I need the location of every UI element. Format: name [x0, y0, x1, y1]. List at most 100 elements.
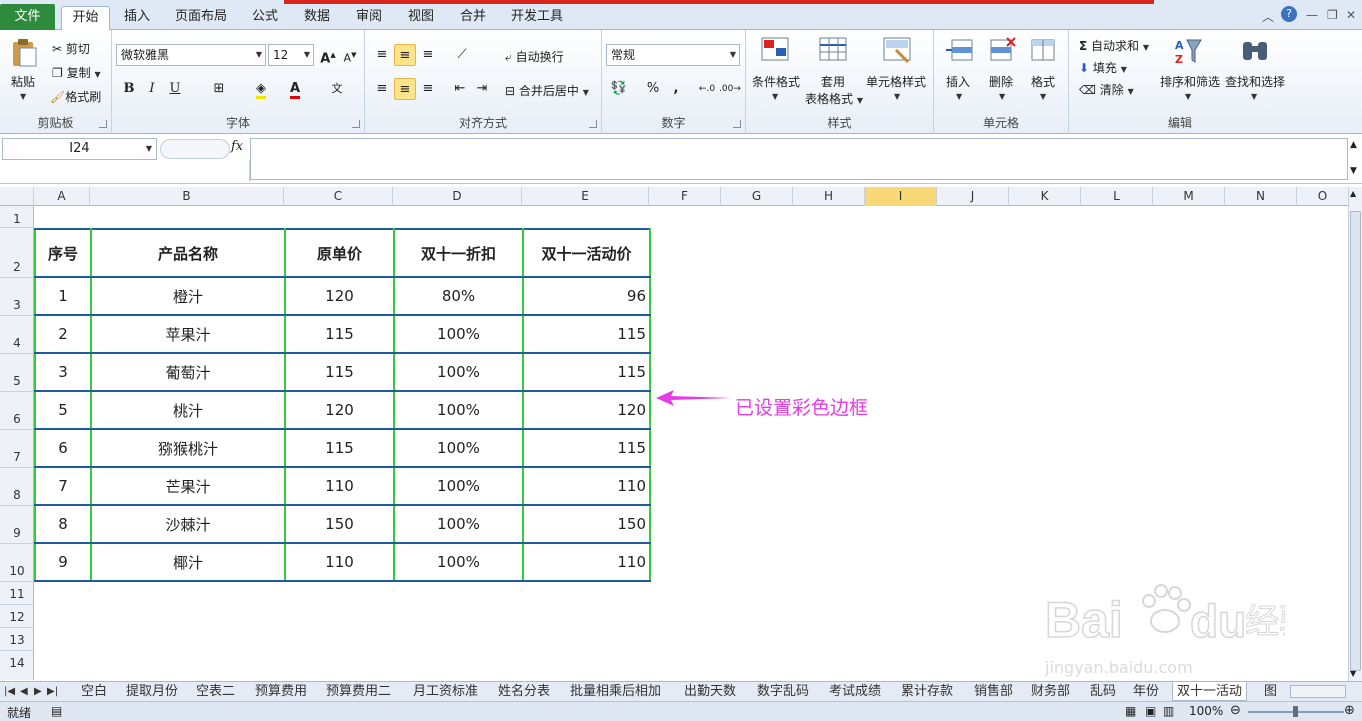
minimize-icon[interactable]: — [1306, 8, 1318, 22]
tab-page-layout[interactable]: 页面布局 [168, 6, 234, 30]
table-cell[interactable]: 115 [284, 352, 395, 392]
help-icon[interactable]: ? [1281, 6, 1297, 22]
row-header-2[interactable]: 2 [0, 228, 34, 278]
table-cell[interactable]: 115 [522, 428, 651, 468]
restore-icon[interactable]: ❐ [1327, 8, 1338, 22]
delete-cells-button[interactable]: 删除 [989, 73, 1013, 90]
table-cell[interactable]: 1 [34, 276, 92, 316]
format-as-table-icon[interactable] [818, 36, 848, 66]
row-header-10[interactable]: 10 [0, 544, 34, 582]
formula-expand-icon[interactable]: ▲ [1350, 140, 1357, 150]
row-header-6[interactable]: 6 [0, 392, 34, 430]
table-cell[interactable]: 110 [522, 466, 651, 506]
ribbon-collapse-icon[interactable]: ︿ [1262, 8, 1274, 25]
row-header-9[interactable]: 9 [0, 506, 34, 544]
font-name-select[interactable]: 微软雅黑 ▼ [116, 44, 266, 66]
table-cell[interactable]: 115 [284, 428, 395, 468]
conditional-format-dropdown-icon[interactable]: ▼ [772, 92, 778, 101]
table-cell[interactable]: 120 [522, 390, 651, 430]
scroll-up-icon[interactable]: ▲ [1350, 189, 1356, 198]
formula-collapse-icon[interactable]: ▼ [1350, 166, 1357, 176]
row-header-4[interactable]: 4 [0, 316, 34, 354]
orientation-icon[interactable]: ⟋ [451, 44, 473, 66]
tab-view[interactable]: 视图 [399, 6, 443, 30]
column-header-m[interactable]: M [1153, 187, 1225, 206]
zoom-slider-thumb[interactable] [1293, 706, 1298, 717]
italic-button[interactable]: I [141, 78, 163, 100]
column-header-e[interactable]: E [522, 187, 649, 206]
cell-styles-icon[interactable] [882, 36, 912, 66]
percent-button[interactable]: % [642, 78, 664, 100]
sheet-tab[interactable]: 预算费用二 [326, 682, 391, 701]
table-cell[interactable]: 桃汁 [90, 390, 286, 430]
align-middle-icon[interactable]: ≡ [394, 44, 416, 66]
borders-icon[interactable]: ⊞ [208, 78, 230, 100]
table-cell[interactable]: 2 [34, 314, 92, 354]
page-break-view-icon[interactable]: ▥ [1163, 704, 1174, 718]
number-launcher-icon[interactable] [733, 120, 741, 128]
delete-cells-icon[interactable] [987, 36, 1017, 66]
scroll-down-icon[interactable]: ▼ [1350, 669, 1356, 678]
table-cell[interactable]: 115 [522, 314, 651, 354]
next-sheet-icon[interactable]: ▶ [34, 682, 42, 701]
format-dropdown-icon[interactable]: ▼ [1040, 92, 1046, 101]
macro-record-icon[interactable]: ▤ [51, 704, 62, 718]
cell-styles-button[interactable]: 单元格样式 [866, 73, 926, 90]
insert-function-icon[interactable]: fx [231, 139, 243, 154]
table-cell[interactable]: 6 [34, 428, 92, 468]
shrink-font-icon[interactable]: A▼ [339, 44, 361, 66]
tab-data[interactable]: 数据 [295, 6, 339, 30]
table-cell[interactable]: 9 [34, 542, 92, 582]
tab-developer[interactable]: 开发工具 [503, 6, 571, 30]
format-painter-button[interactable]: 🖌格式刷 [50, 88, 101, 105]
currency-icon[interactable]: 💱 [608, 78, 630, 100]
align-right-icon[interactable]: ≡ [417, 78, 439, 100]
insert-dropdown-icon[interactable]: ▼ [956, 92, 962, 101]
vertical-scrollbar[interactable]: ▲ ▼ [1348, 187, 1362, 681]
clipboard-launcher-icon[interactable] [99, 120, 107, 128]
header-cell-index[interactable]: 序号 [34, 228, 92, 278]
paste-button[interactable]: 粘贴 [11, 73, 35, 90]
close-icon[interactable]: ✕ [1346, 8, 1356, 22]
font-size-select[interactable]: 12 ▼ [268, 44, 314, 66]
sheet-tab[interactable]: 空白 [81, 682, 107, 701]
tab-home[interactable]: 开始 [61, 6, 110, 30]
sheet-tab[interactable]: 销售部 [974, 682, 1013, 701]
table-cell[interactable]: 椰汁 [90, 542, 286, 582]
number-format-select[interactable]: 常规 ▼ [606, 44, 740, 66]
header-cell-sale-price[interactable]: 双十一活动价 [522, 228, 651, 278]
formula-input[interactable] [250, 138, 1348, 180]
merge-center-button[interactable]: ⊟ 合并后居中 ▼ [505, 82, 589, 99]
column-header-k[interactable]: K [1009, 187, 1081, 206]
bold-button[interactable]: B [118, 78, 140, 100]
zoom-in-icon[interactable]: ⊕ [1344, 703, 1355, 718]
fill-color-icon[interactable]: ◈ [250, 78, 272, 100]
delete-dropdown-icon[interactable]: ▼ [999, 92, 1005, 101]
row-header-13[interactable]: 13 [0, 628, 34, 651]
align-left-icon[interactable]: ≡ [371, 78, 393, 100]
insert-cells-button[interactable]: 插入 [946, 73, 970, 90]
column-header-n[interactable]: N [1225, 187, 1297, 206]
tab-file[interactable]: 文件 [0, 4, 55, 30]
paste-icon[interactable] [9, 38, 39, 68]
last-sheet-icon[interactable]: ▶| [47, 682, 58, 701]
comma-button[interactable]: , [665, 78, 687, 100]
sheet-tab[interactable]: 数字乱码 [757, 682, 809, 701]
header-cell-product[interactable]: 产品名称 [90, 228, 286, 278]
table-cell[interactable]: 150 [284, 504, 395, 544]
find-dropdown-icon[interactable]: ▼ [1251, 92, 1257, 101]
alignment-launcher-icon[interactable] [589, 120, 597, 128]
increase-indent-icon[interactable]: ⇥ [471, 78, 493, 100]
table-cell[interactable]: 8 [34, 504, 92, 544]
column-header-c[interactable]: C [284, 187, 393, 206]
table-cell[interactable]: 葡萄汁 [90, 352, 286, 392]
header-cell-discount[interactable]: 双十一折扣 [393, 228, 524, 278]
sheet-tab[interactable]: 空表二 [196, 682, 235, 701]
tab-merge[interactable]: 合并 [451, 6, 495, 30]
table-cell[interactable]: 100% [393, 390, 524, 430]
clear-button[interactable]: ⌫ 清除 ▼ [1079, 81, 1134, 98]
prev-sheet-icon[interactable]: ◀ [20, 682, 28, 701]
header-cell-price[interactable]: 原单价 [284, 228, 395, 278]
sheet-tab[interactable]: 姓名分表 [498, 682, 550, 701]
grow-font-icon[interactable]: A▲ [317, 44, 339, 66]
